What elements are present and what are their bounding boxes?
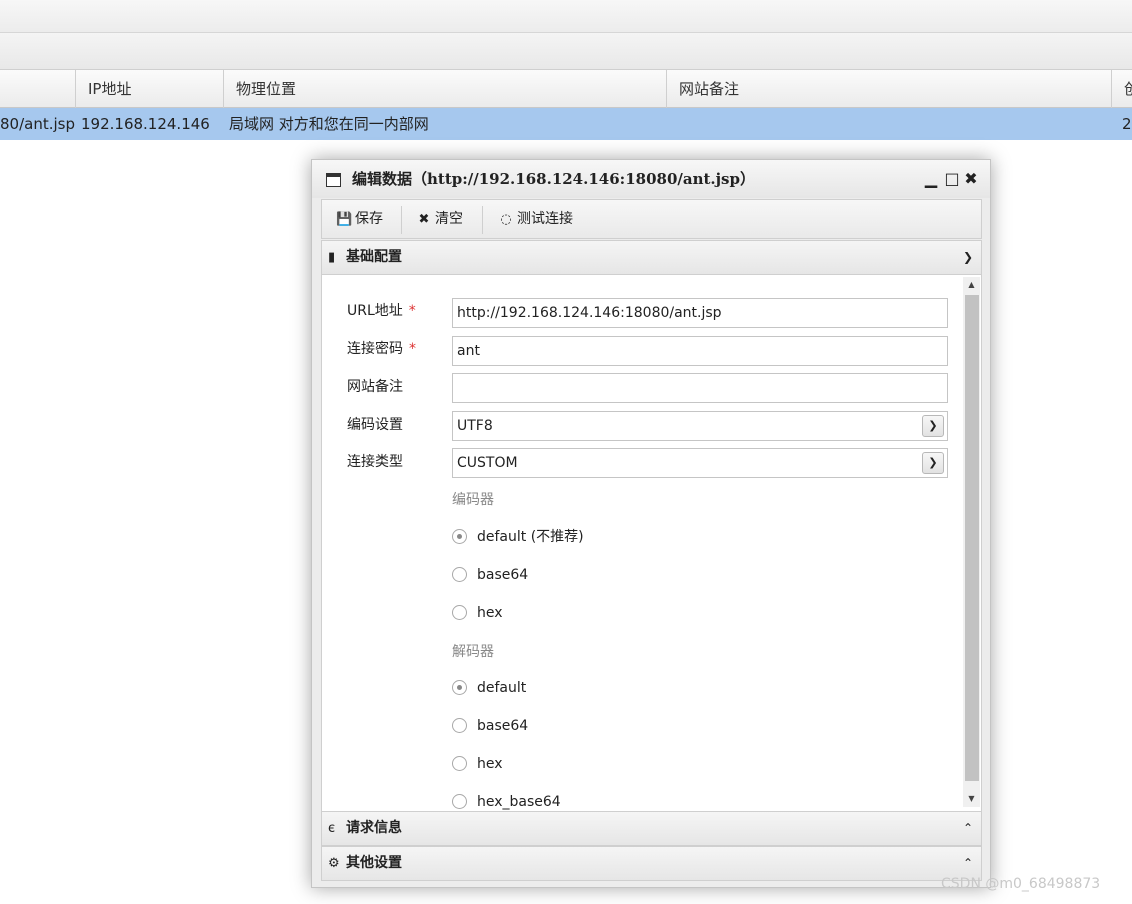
minimize-button[interactable]: ▁ bbox=[923, 170, 939, 188]
toolbar-separator bbox=[482, 206, 483, 234]
url-input[interactable] bbox=[452, 298, 948, 328]
radio-button[interactable] bbox=[452, 529, 467, 544]
document-icon: ▮ bbox=[328, 250, 336, 265]
url-label-text: URL地址 bbox=[347, 303, 403, 319]
edit-data-dialog: 编辑数据（http://192.168.124.146:18080/ant.js… bbox=[311, 159, 991, 888]
test-connection-label: 测试连接 bbox=[517, 211, 573, 227]
cell-url: ://192.168.124.146:18080/ant.jsp bbox=[0, 108, 75, 140]
save-button[interactable]: 💾 保存 bbox=[336, 206, 383, 232]
dialog-toolbar: 💾 保存 ✖ 清空 ◌ 测试连接 bbox=[321, 199, 982, 239]
maximize-button[interactable]: □ bbox=[944, 170, 960, 188]
radio-button[interactable] bbox=[452, 567, 467, 582]
encoding-select[interactable]: UTF8 ❯ bbox=[452, 411, 948, 441]
encoding-label: 编码设置 bbox=[347, 417, 403, 433]
decoder-heading: 解码器 bbox=[452, 644, 494, 660]
encoder-option-label: default (不推荐) bbox=[477, 529, 584, 545]
scroll-up-icon[interactable]: ▲ bbox=[963, 277, 980, 293]
close-button[interactable]: ✖ bbox=[963, 170, 979, 188]
test-connection-button[interactable]: ◌ 测试连接 bbox=[498, 206, 573, 232]
encoder-option-label: base64 bbox=[477, 567, 529, 583]
internet-explorer-icon: є bbox=[328, 821, 336, 836]
save-label: 保存 bbox=[355, 211, 383, 227]
required-marker: * bbox=[408, 303, 416, 319]
clear-label: 清空 bbox=[435, 211, 463, 227]
url-label: URL地址 * bbox=[347, 297, 416, 327]
cell-note bbox=[672, 108, 1102, 140]
section-other-settings-header[interactable]: ⚙ 其他设置 ⌃ bbox=[321, 846, 982, 881]
radio-button[interactable] bbox=[452, 794, 467, 809]
password-label-text: 连接密码 bbox=[347, 341, 403, 357]
connection-type-label: 连接类型 bbox=[347, 454, 403, 470]
section-other-settings-label: 其他设置 bbox=[346, 855, 402, 871]
table-row[interactable]: ://192.168.124.146:18080/ant.jsp 192.168… bbox=[0, 108, 1132, 140]
radio-button[interactable] bbox=[452, 718, 467, 733]
required-marker: * bbox=[409, 341, 416, 357]
decoder-option-label: hex bbox=[477, 756, 503, 772]
chevron-up-icon: ⌃ bbox=[962, 821, 973, 835]
section-request-info-label: 请求信息 bbox=[346, 820, 402, 836]
radio-button[interactable] bbox=[452, 605, 467, 620]
dropdown-arrow-icon[interactable]: ❯ bbox=[922, 415, 944, 437]
toolbar-separator bbox=[401, 206, 402, 234]
encoder-option-label: hex bbox=[477, 605, 503, 621]
scroll-down-icon[interactable]: ▼ bbox=[963, 791, 980, 807]
decoder-option-label: default bbox=[477, 680, 527, 696]
radio-button[interactable] bbox=[452, 680, 467, 695]
column-header-location[interactable]: 物理位置 bbox=[223, 70, 666, 108]
spinner-icon: ◌ bbox=[500, 212, 512, 227]
cell-ip: 192.168.124.146 bbox=[81, 115, 210, 133]
table-header: IP地址 物理位置 网站备注 创 bbox=[0, 70, 1132, 108]
scrollbar-thumb[interactable] bbox=[965, 295, 979, 781]
app-toolbar-secondary bbox=[0, 33, 1132, 70]
password-label: 连接密码 * bbox=[347, 335, 416, 365]
clear-icon: ✖ bbox=[418, 212, 430, 227]
encoder-heading: 编码器 bbox=[452, 492, 494, 508]
column-header-created[interactable]: 创 bbox=[1111, 70, 1132, 108]
gears-icon: ⚙ bbox=[328, 856, 340, 871]
chevron-down-icon: ❯ bbox=[962, 250, 973, 264]
dialog-title: 编辑数据（http://192.168.124.146:18080/ant.js… bbox=[352, 170, 755, 188]
column-header-ip[interactable]: IP地址 bbox=[75, 70, 223, 108]
app-toolbar-top bbox=[0, 0, 1132, 33]
connection-type-select[interactable]: CUSTOM ❯ bbox=[452, 448, 948, 478]
column-header-url[interactable] bbox=[0, 70, 75, 108]
section-basic-config-label: 基础配置 bbox=[346, 249, 402, 265]
decoder-option-label: hex_base64 bbox=[477, 794, 561, 810]
vertical-scrollbar[interactable]: ▲ ▼ bbox=[963, 277, 980, 807]
site-note-label: 网站备注 bbox=[347, 379, 403, 395]
site-note-input[interactable] bbox=[452, 373, 948, 403]
csdn-watermark: CSDN @m0_68498873 bbox=[941, 876, 1101, 892]
clear-button[interactable]: ✖ 清空 bbox=[416, 206, 463, 232]
dropdown-arrow-icon[interactable]: ❯ bbox=[922, 452, 944, 474]
section-request-info-header[interactable]: є 请求信息 ⌃ bbox=[321, 811, 982, 846]
save-icon: 💾 bbox=[336, 212, 353, 227]
basic-config-panel: URL地址 * 连接密码 * 网站备注 编码设置 UTF8 ❯ 连接类型 CUSTO… bbox=[321, 275, 982, 811]
decoder-option-label: base64 bbox=[477, 718, 529, 734]
password-input[interactable] bbox=[452, 336, 948, 366]
connection-type-value: CUSTOM bbox=[457, 455, 518, 471]
cell-url-text: ://192.168.124.146:18080/ant.jsp bbox=[0, 115, 75, 133]
cell-location: 局域网 对方和您在同一内部网 bbox=[229, 115, 429, 133]
section-basic-config-header[interactable]: ▮ 基础配置 ❯ bbox=[321, 240, 982, 275]
encoding-value: UTF8 bbox=[457, 418, 493, 434]
radio-button[interactable] bbox=[452, 756, 467, 771]
window-icon bbox=[326, 173, 341, 187]
dialog-titlebar[interactable]: 编辑数据（http://192.168.124.146:18080/ant.js… bbox=[312, 160, 990, 198]
column-header-note[interactable]: 网站备注 bbox=[666, 70, 1111, 108]
cell-created: 20 bbox=[1122, 115, 1132, 133]
